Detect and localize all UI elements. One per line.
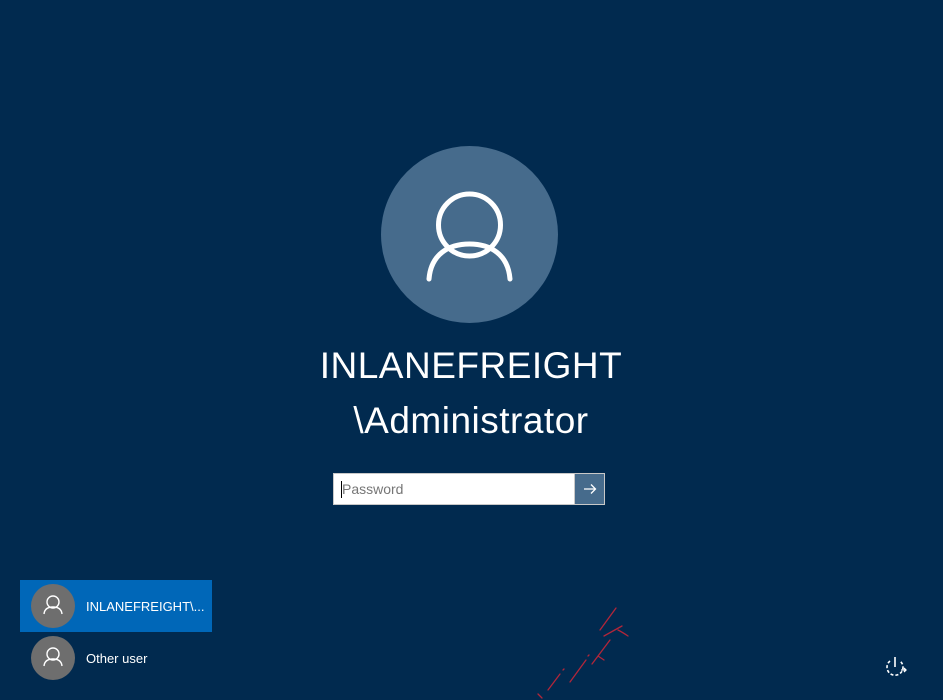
- user-item-label: INLANEFREIGHT\...: [86, 598, 205, 614]
- account-user: \Administrator: [353, 400, 589, 441]
- user-silhouette-icon: [426, 191, 513, 282]
- power-button[interactable]: [878, 650, 912, 684]
- password-box: [333, 473, 605, 505]
- user-item-other-user[interactable]: Other user: [20, 632, 212, 684]
- arrow-right-icon: [583, 484, 596, 494]
- user-switcher-list: INLANEFREIGHT\... Other user: [20, 580, 212, 684]
- text-caret: [341, 481, 342, 498]
- account-name: INLANEFREIGHT \Administrator: [271, 338, 671, 448]
- small-avatar: [31, 584, 75, 628]
- user-item-inlanefreight[interactable]: INLANEFREIGHT\...: [20, 580, 212, 632]
- small-avatar: [31, 636, 75, 680]
- account-domain: INLANEFREIGHT: [319, 345, 623, 386]
- user-silhouette-icon: [43, 647, 63, 667]
- power-icon: [886, 657, 907, 676]
- watermark-scribble: [537, 607, 629, 699]
- lock-screen: INLANEFREIGHT \Administrator INLANEFREIG…: [0, 0, 943, 700]
- user-silhouette-icon: [43, 595, 63, 615]
- password-input[interactable]: [333, 473, 575, 505]
- submit-button[interactable]: [575, 473, 605, 505]
- user-item-label: Other user: [86, 650, 148, 666]
- user-avatar: [381, 146, 558, 323]
